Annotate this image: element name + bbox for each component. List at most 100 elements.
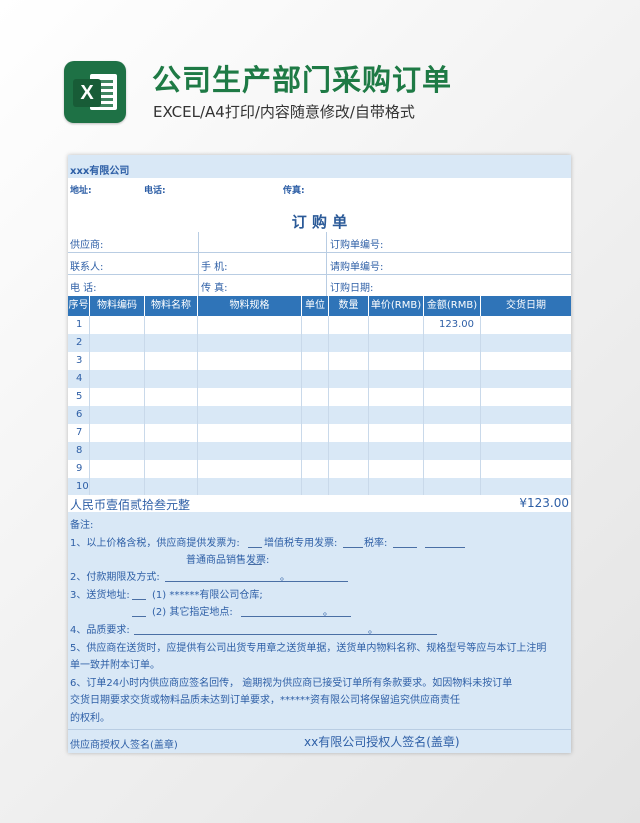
table-cell (145, 424, 198, 442)
table-cell (329, 478, 369, 496)
tel-label: 电 话: (70, 283, 97, 294)
doc-title: 订 购 单 (291, 213, 348, 231)
table-cell (302, 406, 329, 424)
table-cell (329, 406, 369, 424)
table-cell (198, 460, 302, 478)
table-cell (329, 316, 369, 334)
table-cell (302, 316, 329, 334)
table-cell (198, 388, 302, 406)
excel-logo-icon: X (64, 61, 126, 123)
table-cell (198, 334, 302, 352)
table-cell (481, 388, 571, 406)
table-row: 10 (68, 478, 571, 496)
company-name: xxx有限公司 (70, 166, 130, 177)
row-number: 5 (68, 388, 90, 406)
table-cell (481, 370, 571, 388)
header: X 公司生产部门采购订单 EXCEL/A4打印/内容随意修改/自带格式 (0, 0, 640, 150)
notes-label: 备注: (70, 520, 94, 531)
table-cell (302, 352, 329, 370)
table-row: 6 (68, 406, 571, 424)
col-header: 物料编码 (90, 296, 145, 316)
table-cell (90, 442, 145, 460)
row-number: 4 (68, 370, 90, 388)
table-cell (90, 388, 145, 406)
row-amount (424, 478, 481, 496)
note-3-option-1: (1) ******有限公司仓库; (152, 590, 263, 601)
table-cell (369, 478, 424, 496)
company-signature: xx有限公司授权人签名(盖章) (304, 735, 460, 749)
table-header: 序号 物料编码 物料名称 物料规格 单位 数量 单价(RMB) 金额(RMB) … (68, 296, 571, 316)
note-2-end: 。 (280, 572, 290, 583)
order-no-label: 订购单编号: (330, 240, 384, 251)
note-2: 2、付款期限及方式: (70, 572, 160, 583)
table-cell (145, 316, 198, 334)
note-5-line-2: 单一致并附本订单。 (70, 660, 160, 671)
table-cell (90, 352, 145, 370)
col-header: 数量 (329, 296, 369, 316)
table-cell (302, 460, 329, 478)
row-number: 7 (68, 424, 90, 442)
table-cell (198, 478, 302, 496)
table-row: 5 (68, 388, 571, 406)
excel-x-mark: X (73, 79, 101, 107)
supplier-signature: 供应商授权人签名(盖章) (70, 740, 178, 751)
note-3: 3、送货地址: (70, 590, 130, 601)
row-number: 3 (68, 352, 90, 370)
table-cell (369, 424, 424, 442)
table-cell (481, 352, 571, 370)
phone-label: 电话: (144, 186, 166, 196)
row-number: 10 (68, 478, 90, 496)
table-cell (145, 370, 198, 388)
table-row: 3 (68, 352, 571, 370)
note-4: 4、品质要求: (70, 625, 130, 636)
table-cell (90, 424, 145, 442)
row-number: 6 (68, 406, 90, 424)
page-subtitle: EXCEL/A4打印/内容随意修改/自带格式 (153, 103, 415, 121)
table-row: 8 (68, 442, 571, 460)
table-cell (145, 478, 198, 496)
table-cell (369, 370, 424, 388)
col-header: 单价(RMB) (369, 296, 424, 316)
row-amount (424, 334, 481, 352)
col-header: 物料名称 (145, 296, 198, 316)
table-cell (198, 316, 302, 334)
table-row: 7 (68, 424, 571, 442)
table-cell (198, 370, 302, 388)
table-cell (145, 406, 198, 424)
table-cell (481, 334, 571, 352)
table-cell (329, 388, 369, 406)
contact-label: 联系人: (70, 262, 104, 273)
note-6-line-3: 的权利。 (70, 713, 110, 724)
total-amount: ¥123.00 (519, 496, 569, 510)
row-amount (424, 442, 481, 460)
note-1-vat: 增值税专用发票: (264, 538, 338, 549)
col-header: 交货日期 (506, 300, 546, 311)
table-cell (90, 478, 145, 496)
note-1: 1、以上价格含税，供应商提供发票为: (70, 538, 240, 549)
table-cell (369, 388, 424, 406)
table-row: 2 (68, 334, 571, 352)
row-number: 9 (68, 460, 90, 478)
table-cell (369, 442, 424, 460)
table-cell (481, 406, 571, 424)
table-cell (302, 334, 329, 352)
col-header: 单位 (302, 296, 329, 316)
table-cell (329, 442, 369, 460)
table-cell (198, 442, 302, 460)
request-no-label: 请购单编号: (330, 262, 384, 273)
table-cell (145, 334, 198, 352)
row-amount (424, 460, 481, 478)
table-cell (302, 388, 329, 406)
table-cell (302, 424, 329, 442)
note-1-rate: 税率: (364, 538, 388, 549)
row-number: 2 (68, 334, 90, 352)
table-cell (369, 352, 424, 370)
mobile-label: 手 机: (201, 262, 228, 273)
col-header: 金额(RMB) (424, 296, 481, 316)
table-cell (90, 316, 145, 334)
table-cell (90, 334, 145, 352)
table-cell (369, 460, 424, 478)
row-amount: 123.00 (424, 316, 481, 334)
order-sheet: xxx有限公司 地址: 电话: 传真: 订 购 单 供应商: 订购单编号: 联系… (68, 155, 571, 753)
row-number: 1 (68, 316, 90, 334)
